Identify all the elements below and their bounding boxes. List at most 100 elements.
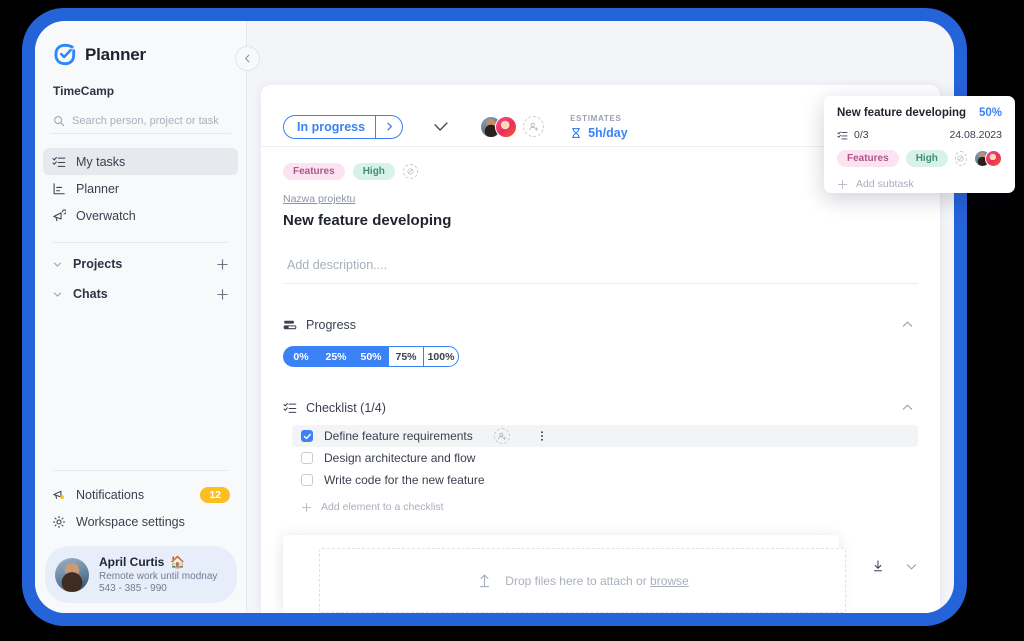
- file-dropzone[interactable]: Drop files here to attach or browse: [319, 548, 846, 613]
- mini-card-subtask-count: 0/3: [854, 129, 869, 141]
- progress-option-0[interactable]: 0%: [283, 346, 319, 367]
- checklist-item-label: Write code for the new feature: [324, 473, 485, 487]
- project-link[interactable]: Nazwa projektu: [283, 193, 355, 205]
- add-subtask-button[interactable]: Add subtask: [837, 178, 1002, 190]
- description-field[interactable]: [283, 256, 918, 284]
- mini-card-percent: 50%: [979, 107, 1002, 119]
- status-label: In progress: [284, 120, 375, 134]
- tag-features[interactable]: Features: [283, 163, 345, 180]
- search-icon: [53, 115, 65, 127]
- add-person-icon: [528, 121, 539, 132]
- add-subtask-label: Add subtask: [856, 178, 914, 190]
- sidebar-item-label: Overwatch: [76, 209, 136, 223]
- mini-card-title: New feature developing: [837, 107, 966, 119]
- progress-section-title: Progress: [306, 318, 356, 332]
- dropzone-text: Drop files here to attach or browse: [505, 574, 688, 588]
- checklist-item[interactable]: Design architecture and flow: [292, 447, 918, 469]
- checkbox-unchecked[interactable]: [301, 452, 313, 464]
- sidebar-item-label: My tasks: [76, 155, 125, 169]
- chevron-down-icon: [52, 259, 63, 270]
- sidebar-item-label: Planner: [76, 182, 119, 196]
- assign-checklist-item-button[interactable]: [494, 428, 510, 444]
- tag-high[interactable]: High: [906, 150, 948, 167]
- checkbox-checked[interactable]: [301, 430, 313, 442]
- checklist-items: Define feature requirements: [283, 425, 918, 491]
- gear-icon: [52, 515, 66, 529]
- collapse-checklist-icon[interactable]: [897, 397, 918, 418]
- task-title: New feature developing: [283, 212, 918, 229]
- plus-icon: [301, 502, 312, 513]
- add-tag-button[interactable]: [403, 164, 418, 179]
- description-input[interactable]: [287, 258, 914, 272]
- add-assignee-button[interactable]: [523, 116, 544, 137]
- sidebar-item-notifications[interactable]: Notifications 12: [43, 481, 239, 508]
- brand-name: Planner: [85, 45, 146, 65]
- notifications-icon: [52, 488, 66, 502]
- sidebar-group-chats[interactable]: Chats: [45, 279, 236, 309]
- checklist-item-menu-icon[interactable]: [536, 430, 548, 442]
- home-icon: 🏠: [170, 555, 185, 569]
- sidebar-nav: My tasks Planner: [35, 148, 246, 229]
- collapse-progress-icon[interactable]: [897, 314, 918, 335]
- assignee-avatars: [480, 116, 544, 138]
- progress-option-25[interactable]: 25%: [318, 346, 354, 367]
- sidebar-item-workspace-settings[interactable]: Workspace settings: [43, 508, 239, 535]
- add-project-icon[interactable]: [216, 258, 229, 271]
- avatar: [55, 558, 89, 592]
- download-attachments-icon[interactable]: [871, 559, 885, 573]
- sidebar-item-my-tasks[interactable]: My tasks: [43, 148, 238, 175]
- add-checklist-element-label: Add element to a checklist: [321, 501, 444, 513]
- checklist-item[interactable]: Define feature requirements: [292, 425, 918, 447]
- collapse-sidebar-button[interactable]: [235, 46, 260, 71]
- tag-high[interactable]: High: [353, 163, 395, 180]
- sidebar-item-planner[interactable]: Planner: [43, 175, 238, 202]
- browse-link[interactable]: browse: [650, 574, 689, 588]
- chevron-right-icon: [384, 121, 395, 132]
- search-bar[interactable]: [50, 109, 231, 134]
- status-pill[interactable]: In progress: [283, 115, 403, 139]
- planner-logo-icon: [53, 43, 76, 66]
- avatar[interactable]: [495, 116, 517, 138]
- search-input[interactable]: [72, 115, 228, 127]
- tasks-icon: [52, 155, 66, 169]
- user-card[interactable]: April Curtis 🏠 Remote work until modnay …: [45, 546, 237, 603]
- mini-card-header: New feature developing 50%: [837, 107, 1002, 119]
- estimates-label: ESTIMATES: [570, 114, 628, 123]
- sidebar-group-projects[interactable]: Projects: [45, 249, 236, 279]
- avatar[interactable]: [985, 150, 1002, 167]
- sidebar-item-overwatch[interactable]: Overwatch: [43, 202, 238, 229]
- next-status-button[interactable]: [375, 116, 402, 138]
- progress-option-50[interactable]: 50%: [353, 346, 389, 367]
- mini-card-meta: 0/3 24.08.2023: [837, 129, 1002, 141]
- sidebar-group-label: Chats: [73, 287, 108, 301]
- progress-option-75[interactable]: 75%: [388, 346, 424, 367]
- collapse-attachments-icon[interactable]: [905, 560, 918, 573]
- chevron-left-icon: [242, 53, 253, 64]
- notifications-label: Notifications: [76, 488, 144, 502]
- mini-card-tags: Features High: [837, 150, 1002, 167]
- tag-features[interactable]: Features: [837, 150, 899, 167]
- task-body: Features High Nazwa projektu New feature…: [261, 147, 940, 573]
- checklist-item[interactable]: Write code for the new feature: [292, 469, 918, 491]
- checklist-icon: [837, 130, 848, 141]
- dropzone-card: Drop files here to attach or browse: [283, 535, 839, 613]
- progress-icon: [283, 318, 297, 332]
- add-checklist-element-button[interactable]: Add element to a checklist: [301, 501, 918, 513]
- checkbox-unchecked[interactable]: [301, 474, 313, 486]
- progress-option-100[interactable]: 100%: [423, 346, 459, 367]
- tag-add-icon: [406, 167, 415, 176]
- add-tag-button[interactable]: [955, 151, 967, 166]
- checklist-icon: [283, 401, 297, 415]
- app-screen: Planner TimeCamp: [35, 21, 954, 613]
- sidebar-footer-divider: [53, 470, 229, 471]
- add-chat-icon[interactable]: [216, 288, 229, 301]
- complete-task-button[interactable]: [432, 118, 450, 136]
- upload-icon: [476, 572, 493, 589]
- estimates-value-row[interactable]: 5h/day: [570, 126, 628, 140]
- user-status: Remote work until modnay: [99, 571, 225, 582]
- brand: Planner: [35, 21, 246, 66]
- progress-options: 0% 25% 50% 75% 100%: [283, 346, 918, 367]
- task-tags: Features High: [283, 163, 918, 180]
- task-preview-card[interactable]: New feature developing 50% 0/3 24.08.202…: [824, 96, 1015, 193]
- megaphone-icon: [52, 209, 66, 223]
